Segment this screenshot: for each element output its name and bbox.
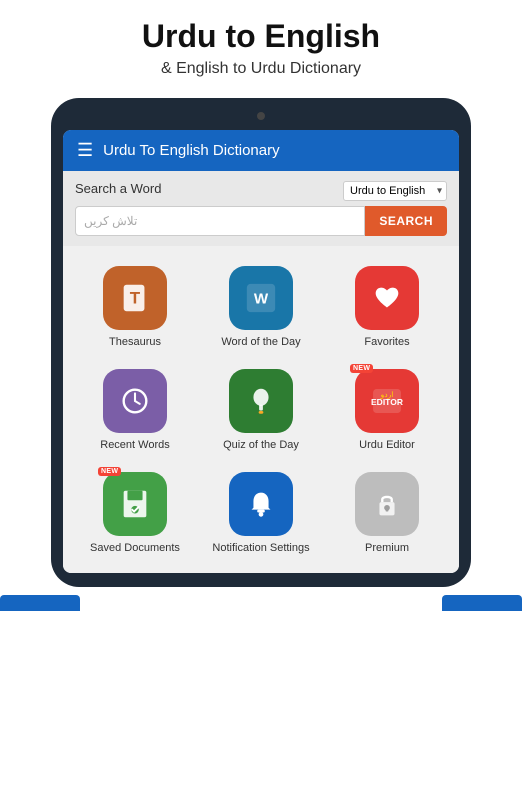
icon-circle-favorites bbox=[355, 266, 419, 330]
icon-label-favorites: Favorites bbox=[364, 336, 409, 349]
svg-text:W: W bbox=[254, 290, 269, 307]
search-placeholder: تلاش کریں bbox=[84, 214, 137, 228]
search-input-wrapper[interactable]: تلاش کریں bbox=[75, 206, 365, 236]
search-label: Search a Word bbox=[75, 181, 161, 196]
topbar-title: Urdu To English Dictionary bbox=[103, 142, 279, 159]
svg-text:اردو: اردو bbox=[380, 390, 394, 399]
new-badge-saved-docs: NEW bbox=[98, 467, 121, 476]
icon-circle-urdu-editor: NEW EDITOR اردو bbox=[355, 369, 419, 433]
icon-circle-quiz-day bbox=[229, 369, 293, 433]
grid-item-quiz-day[interactable]: Quiz of the Day bbox=[199, 359, 323, 460]
search-button[interactable]: SEARCH bbox=[365, 206, 447, 236]
hero-section: Urdu to English & English to Urdu Dictio… bbox=[0, 0, 522, 90]
icon-label-notifications: Notification Settings bbox=[212, 542, 309, 555]
icon-circle-thesaurus: T bbox=[103, 266, 167, 330]
svg-text:T: T bbox=[130, 288, 141, 307]
bottom-strips bbox=[0, 595, 522, 611]
icon-label-urdu-editor: Urdu Editor bbox=[359, 439, 415, 452]
icon-circle-word-of-day: W bbox=[229, 266, 293, 330]
hero-subtitle: & English to Urdu Dictionary bbox=[30, 59, 492, 80]
bottom-strip-right bbox=[442, 595, 522, 611]
icon-circle-premium bbox=[355, 472, 419, 536]
icon-label-recent-words: Recent Words bbox=[100, 439, 170, 452]
search-area: Search a Word Urdu to English تلاش کریں … bbox=[63, 171, 459, 246]
grid-item-premium[interactable]: Premium bbox=[325, 462, 449, 563]
icon-grid: T Thesaurus W Word of the Day Favorites … bbox=[63, 246, 459, 574]
search-input-row: تلاش کریں SEARCH bbox=[75, 206, 447, 236]
grid-item-favorites[interactable]: Favorites bbox=[325, 256, 449, 357]
grid-item-thesaurus[interactable]: T Thesaurus bbox=[73, 256, 197, 357]
app-topbar: ☰ Urdu To English Dictionary bbox=[63, 130, 459, 171]
hamburger-icon[interactable]: ☰ bbox=[77, 140, 93, 161]
camera-dot bbox=[257, 112, 265, 120]
app-screen: ☰ Urdu To English Dictionary Search a Wo… bbox=[63, 130, 459, 574]
grid-item-recent-words[interactable]: Recent Words bbox=[73, 359, 197, 460]
phone-frame: ☰ Urdu To English Dictionary Search a Wo… bbox=[51, 98, 471, 588]
icon-label-thesaurus: Thesaurus bbox=[109, 336, 161, 349]
icon-label-quiz-day: Quiz of the Day bbox=[223, 439, 299, 452]
icon-circle-saved-docs: NEW bbox=[103, 472, 167, 536]
hero-title: Urdu to English bbox=[30, 18, 492, 55]
icon-label-premium: Premium bbox=[365, 542, 409, 555]
icon-label-word-of-day: Word of the Day bbox=[221, 336, 300, 349]
icon-label-saved-docs: Saved Documents bbox=[90, 542, 180, 555]
grid-item-saved-docs[interactable]: NEW Saved Documents bbox=[73, 462, 197, 563]
grid-item-notifications[interactable]: Notification Settings bbox=[199, 462, 323, 563]
grid-item-urdu-editor[interactable]: NEW EDITOR اردو Urdu Editor bbox=[325, 359, 449, 460]
language-select[interactable]: Urdu to English bbox=[343, 181, 447, 201]
language-selector-wrapper[interactable]: Urdu to English bbox=[343, 181, 447, 201]
icon-circle-recent-words bbox=[103, 369, 167, 433]
bottom-strip-left bbox=[0, 595, 80, 611]
icon-circle-notifications bbox=[229, 472, 293, 536]
new-badge-urdu-editor: NEW bbox=[350, 364, 373, 373]
grid-item-word-of-day[interactable]: W Word of the Day bbox=[199, 256, 323, 357]
